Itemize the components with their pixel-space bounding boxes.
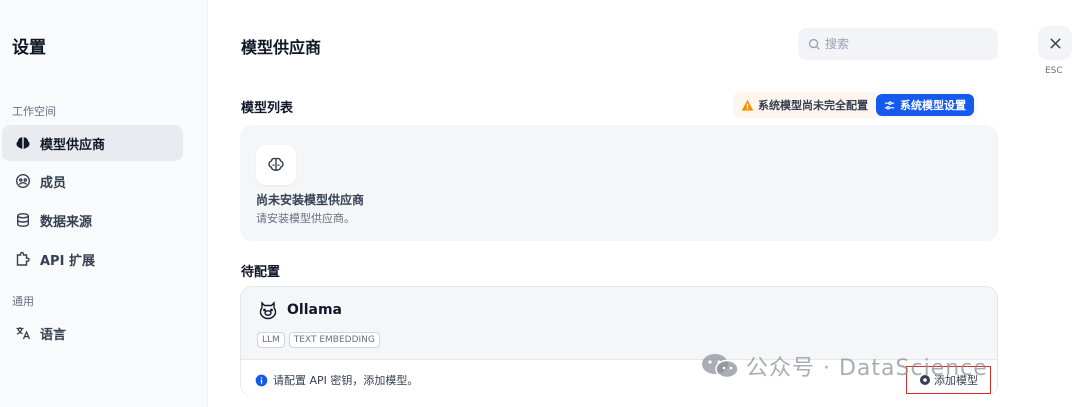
translate-icon — [14, 324, 32, 342]
page-title: 模型供应商 — [241, 38, 322, 57]
warning-text-wrap: 系统模型尚未完全配置 — [741, 97, 868, 113]
watermark: 公众号 · DataScience — [700, 350, 988, 382]
sidebar-item-members[interactable]: 成员 — [2, 163, 183, 199]
watermark-text: 公众号 · DataScience — [746, 356, 988, 381]
warning-icon — [741, 99, 754, 111]
wechat-logo-icon — [702, 354, 739, 379]
sidebar-item-label: API 扩展 — [40, 253, 95, 269]
pending-title: 待配置 — [241, 265, 281, 280]
sidebar-item-api-extension[interactable]: API 扩展 — [2, 241, 183, 277]
system-model-warning: 系统模型尚未完全配置 系统模型设置 — [733, 92, 977, 118]
system-model-settings-button[interactable]: 系统模型设置 — [876, 94, 974, 116]
brain-icon — [14, 134, 32, 152]
ollama-logo-icon — [259, 301, 277, 320]
tag-llm: LLM — [257, 332, 285, 348]
members-icon — [14, 172, 32, 190]
sidebar-title: 设置 — [12, 38, 46, 58]
section-label-workspace: 工作空间 — [12, 105, 56, 118]
config-notice-text: 请配置 API 密钥，添加模型。 — [273, 374, 419, 387]
empty-provider-card: 尚未安装模型供应商 请安装模型供应商。 — [240, 125, 998, 241]
provider-tags: LLM TEXT EMBEDDING — [257, 332, 384, 348]
database-icon — [14, 211, 32, 229]
esc-label: ESC — [1045, 66, 1063, 76]
close-button[interactable] — [1038, 26, 1072, 60]
empty-state-icon-box — [256, 145, 296, 185]
puzzle-icon — [14, 250, 32, 268]
info-icon — [255, 374, 268, 386]
sidebar-item-label: 成员 — [40, 175, 67, 191]
sliders-icon — [884, 100, 895, 110]
tag-text-embedding: TEXT EMBEDDING — [288, 332, 380, 348]
search-icon — [808, 38, 820, 50]
provider-header: Ollama — [257, 299, 342, 321]
warning-text: 系统模型尚未完全配置 — [758, 99, 868, 112]
sidebar-item-data-source[interactable]: 数据来源 — [2, 202, 183, 238]
system-model-settings-label: 系统模型设置 — [900, 99, 966, 112]
empty-state-title: 尚未安装模型供应商 — [256, 193, 365, 207]
search-box[interactable] — [798, 28, 998, 60]
brain-outline-icon — [268, 157, 284, 171]
search-input[interactable] — [825, 37, 985, 51]
model-list-title: 模型列表 — [241, 101, 294, 116]
close-icon — [1049, 37, 1061, 49]
sidebar-item-language[interactable]: 语言 — [2, 315, 183, 351]
provider-name: Ollama — [287, 302, 342, 318]
sidebar-item-label: 模型供应商 — [40, 137, 106, 153]
settings-sidebar: 设置 工作空间 模型供应商 成员 数据来源 API 扩展 通用 语言 — [0, 0, 208, 407]
empty-state-description: 请安装模型供应商。 — [256, 212, 355, 225]
section-label-general: 通用 — [12, 295, 34, 308]
sidebar-item-label: 语言 — [40, 327, 67, 343]
config-notice: 请配置 API 密钥，添加模型。 — [255, 372, 418, 388]
sidebar-item-model-provider[interactable]: 模型供应商 — [2, 125, 183, 161]
sidebar-item-label: 数据来源 — [40, 214, 93, 230]
